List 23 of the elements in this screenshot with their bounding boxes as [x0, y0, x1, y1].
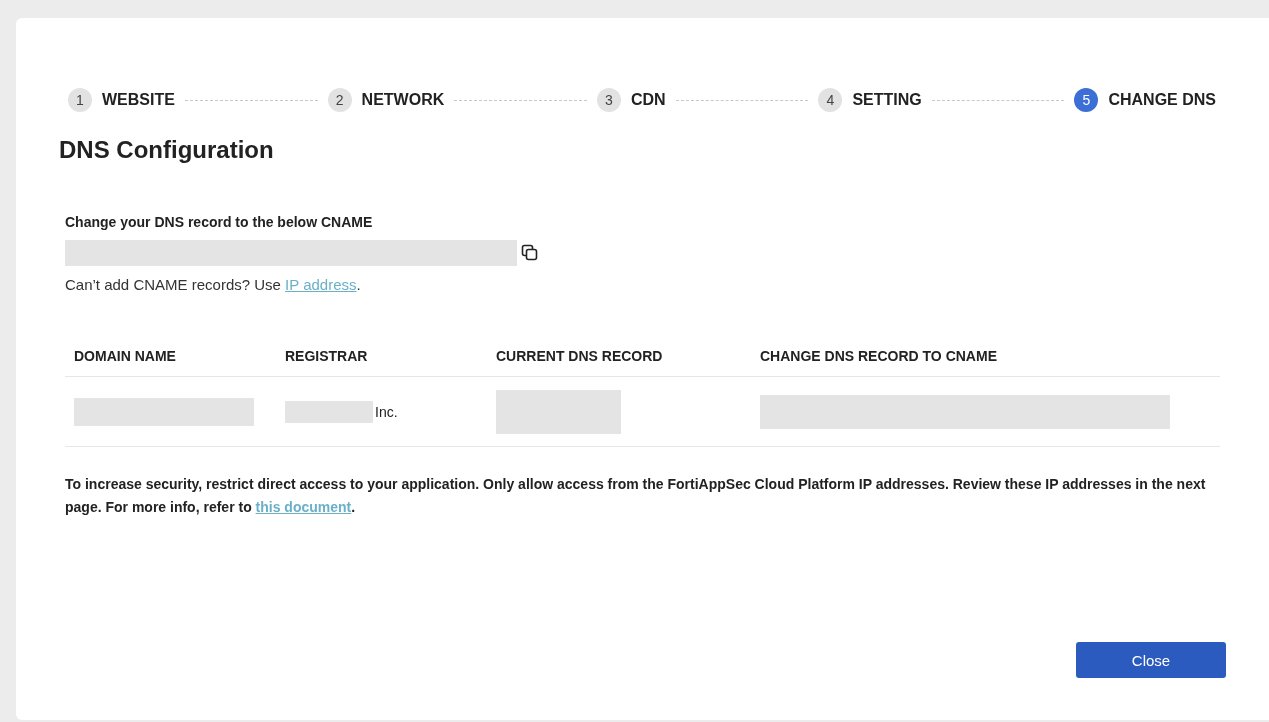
- cname-label: Change your DNS record to the below CNAME: [65, 214, 374, 230]
- column-header: DOMAIN NAME: [65, 348, 276, 377]
- page-title: DNS Configuration: [59, 136, 275, 164]
- ip-address-link[interactable]: IP address: [285, 276, 357, 293]
- column-header: CURRENT DNS RECORD: [487, 348, 751, 377]
- security-note: To increase security, restrict direct access to your application. Only allow access from the FortiAppSec Cloud Platform IP addresses. Review these IP addresses in the next page. For more info, refer to this document.: [65, 475, 1207, 517]
- step-number: 4: [818, 88, 843, 112]
- column-header: CHANGE DNS RECORD TO CNAME: [751, 348, 1220, 377]
- step-label: SETTING: [852, 91, 922, 109]
- column-header: REGISTRAR: [276, 348, 487, 377]
- step-label: CHANGE DNS: [1108, 91, 1216, 109]
- ip-alternative-text: Can’t add CNAME records? Use IP address.: [65, 276, 362, 293]
- close-button[interactable]: Close: [1076, 642, 1226, 678]
- step-number: 3: [597, 88, 621, 112]
- step-number: 1: [68, 88, 92, 112]
- step-label: WEBSITE: [102, 91, 175, 109]
- step-label: CDN: [631, 91, 666, 109]
- step-number: 5: [1074, 88, 1099, 112]
- registrar-suffix: Inc.: [375, 403, 398, 420]
- step-number: 2: [327, 88, 352, 112]
- copy-icon[interactable]: [521, 244, 539, 262]
- step-label: NETWORK: [361, 91, 445, 109]
- document-link[interactable]: this document: [255, 499, 352, 515]
